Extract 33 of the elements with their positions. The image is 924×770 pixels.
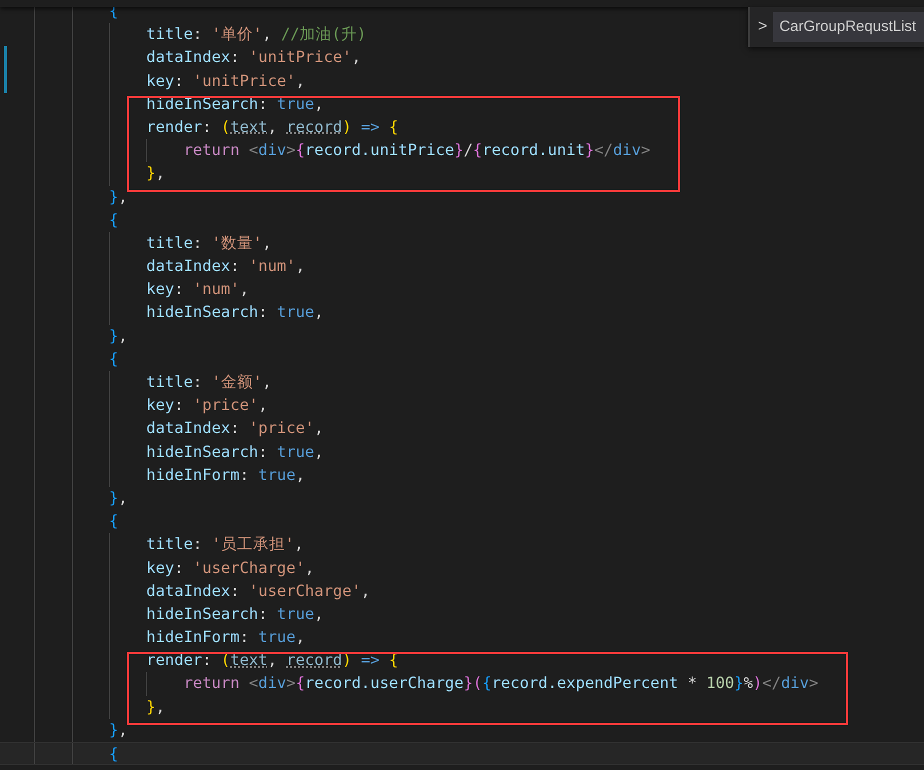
code-line: dataIndex: 'unitPrice', <box>146 47 361 68</box>
code-line: { <box>108 744 118 764</box>
code-line: { <box>108 210 118 231</box>
code-line: dataIndex: 'num', <box>146 256 305 278</box>
code-line: return <div>{record.userCharge}({record.expendPercent * 100}%)</div> <box>184 673 818 694</box>
code-line: hideInSearch: true, <box>146 302 324 324</box>
code-line: key: 'userCharge', <box>146 558 314 578</box>
code-line: render: (text, record) => { <box>146 116 398 138</box>
code-line: hideInSearch: true, <box>146 94 324 115</box>
code-line: hideInForm: true, <box>146 464 305 486</box>
code-line: dataIndex: 'userCharge', <box>146 580 370 602</box>
code-line: hideInForm: true, <box>146 627 305 648</box>
code-line: title: '员工承担', <box>146 534 304 556</box>
code-line: }, <box>146 696 165 718</box>
code-line: key: 'price', <box>146 395 268 416</box>
code-line: key: 'num', <box>146 279 249 300</box>
code-line: title: '金额', <box>146 372 272 393</box>
code-line: { <box>108 348 118 370</box>
code-line: dataIndex: 'price', <box>146 418 324 440</box>
code-line: return <div>{record.unitPrice}/{record.unit}</div> <box>184 140 650 162</box>
chevron-icon[interactable]: > <box>758 15 768 39</box>
code-line: }, <box>108 488 128 509</box>
code-line: hideInSearch: true, <box>146 604 324 625</box>
code-line: key: 'unitPrice', <box>146 70 305 92</box>
code-line: }, <box>146 163 165 184</box>
code-line: title: '数量', <box>146 232 272 254</box>
code-line: title: '单价', //加油(升) <box>146 24 366 46</box>
code-line: }, <box>108 186 128 208</box>
code-line: }, <box>108 326 128 347</box>
code-line: { <box>108 511 118 532</box>
code-line: }, <box>108 720 128 741</box>
code-line: hideInSearch: true, <box>146 442 324 463</box>
symbol-label[interactable]: CarGroupRequstList <box>773 12 924 42</box>
